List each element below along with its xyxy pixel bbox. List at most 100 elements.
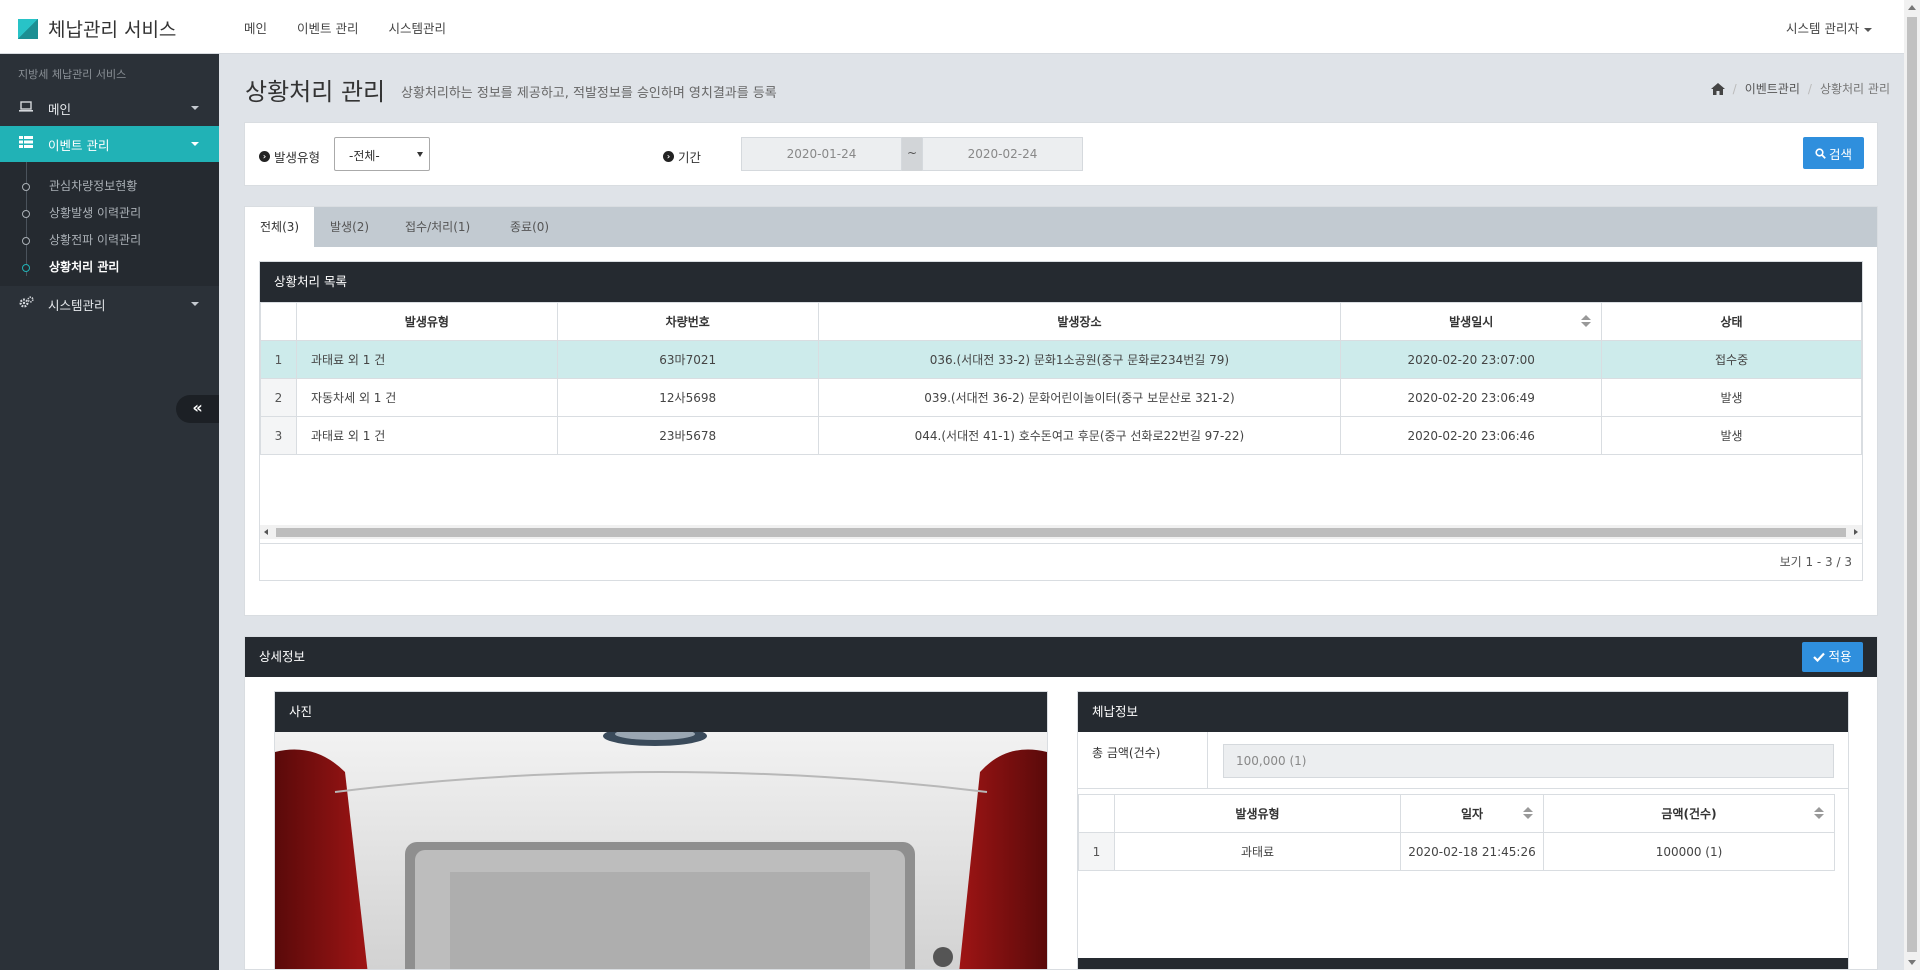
tab-all[interactable]: 전체(3) (245, 207, 315, 247)
tab-occurred[interactable]: 발생(2) (315, 207, 384, 247)
scroll-thumb[interactable] (276, 528, 1846, 537)
topnav-main[interactable]: 메인 (244, 18, 267, 37)
header-amount[interactable]: 금액(건수) (1543, 794, 1835, 833)
sort-icon[interactable] (1523, 807, 1533, 821)
table-header-row: 발생유형 차량번호 발생장소 발생일시 상태 (260, 302, 1862, 341)
user-menu[interactable]: 시스템 관리자 (1786, 18, 1872, 37)
page-scrollbar[interactable] (1904, 0, 1920, 970)
period-label: › 기간 (663, 147, 701, 166)
submenu-item[interactable]: 상황발생 이력관리 (0, 199, 219, 226)
sidebar-submenu: 관심차량정보현황 상황발생 이력관리 상황전파 이력관리 상황처리 관리 (0, 162, 219, 286)
topnav-event[interactable]: 이벤트 관리 (297, 18, 358, 37)
scroll-right-icon[interactable] (1854, 529, 1858, 535)
photo-box: 사진 (274, 691, 1048, 969)
tab-received[interactable]: 접수/처리(1) (390, 207, 485, 247)
submenu-item-current[interactable]: 상황처리 관리 (0, 253, 219, 280)
check-icon (1813, 652, 1826, 662)
cell-plate: 63마7021 (556, 340, 819, 379)
brand[interactable]: 체납관리 서비스 (18, 15, 176, 42)
table-row[interactable]: 3 과태료 외 1 건 23바5678 044.(서대전 41-1) 호수돈여고… (260, 416, 1862, 455)
date-to-input[interactable]: 2020-02-24 (922, 137, 1083, 171)
total-label: 총 금액(건수) (1078, 732, 1208, 788)
scroll-down-icon[interactable] (1908, 960, 1916, 965)
period-label-text: 기간 (678, 150, 702, 165)
caret-down-icon (191, 142, 199, 146)
situation-table: 발생유형 차량번호 발생장소 발생일시 상태 1 과태료 외 1 건 63마70… (260, 302, 1862, 455)
sidebar-item-label: 시스템관리 (48, 297, 106, 313)
horizontal-scrollbar[interactable] (260, 525, 1862, 539)
user-name: 시스템 관리자 (1786, 21, 1859, 36)
search-button[interactable]: 검색 (1803, 137, 1864, 169)
circle-icon (22, 264, 30, 272)
breadcrumb-item[interactable]: 이벤트관리 (1745, 80, 1800, 97)
arrears-header: 체납정보 (1078, 692, 1848, 732)
table-row[interactable]: 2 자동차세 외 1 건 12사5698 039.(서대전 36-2) 문화어린… (260, 378, 1862, 417)
header-rownum (1078, 794, 1115, 833)
cell-place: 036.(서대전 33-2) 문화1소공원(중구 문화로234번길 79) (817, 340, 1342, 379)
sidebar-item-label: 이벤트 관리 (48, 137, 110, 153)
circle-icon (22, 237, 30, 245)
date-range-separator: ~ (902, 137, 922, 171)
list-panel: 전체(3) 발생(2) 접수/처리(1) 종료(0) 상황처리 목록 발생유형 … (244, 206, 1878, 616)
table-row[interactable]: 1 과태료 외 1 건 63마7021 036.(서대전 33-2) 문화1소공… (260, 340, 1862, 379)
circle-icon (22, 183, 30, 191)
scroll-thumb[interactable] (1907, 17, 1917, 952)
main-content: 상황처리 관리 상황처리하는 정보를 제공하고, 적발정보를 승인하며 영치결과… (219, 54, 1904, 970)
sort-icon[interactable] (1581, 315, 1592, 329)
breadcrumb: / 이벤트관리 / 상황처리 관리 (1710, 80, 1890, 97)
type-select[interactable]: -전체- (334, 137, 430, 171)
header-time[interactable]: 발생일시 (1340, 302, 1603, 341)
table-row[interactable]: 1 과태료 2020-02-18 21:45:26 100000 (1) (1078, 832, 1835, 871)
grid-icon (18, 136, 34, 152)
header-date[interactable]: 일자 (1400, 794, 1544, 833)
caret-down-icon (191, 106, 199, 110)
scroll-left-icon[interactable] (264, 529, 268, 535)
submenu-item[interactable]: 상황전파 이력관리 (0, 226, 219, 253)
header-amount-label: 금액(건수) (1661, 807, 1717, 821)
detail-header: 상세정보 적용 (245, 637, 1877, 677)
detail-panel: 상세정보 적용 사진 체납정보 총 금액(건수) 100,000 (1) 발생유… (244, 636, 1878, 970)
cell-time: 2020-02-20 23:07:00 (1340, 340, 1603, 379)
apply-button[interactable]: 적용 (1802, 642, 1863, 672)
cell-time: 2020-02-20 23:06:46 (1340, 416, 1603, 455)
cell-type: 자동차세 외 1 건 (295, 378, 558, 417)
app-title: 체납관리 서비스 (48, 19, 177, 41)
dropdown-arrow-icon (417, 152, 423, 157)
tab-closed[interactable]: 종료(0) (495, 207, 564, 247)
search-form: › 발생유형 -전체- › 기간 2020-01-24 ~ 2020-02-24 검… (244, 122, 1878, 186)
caret-down-icon (1864, 27, 1872, 32)
header-rownum (260, 302, 297, 341)
sort-icon[interactable] (1814, 807, 1824, 821)
collapse-sidebar-button[interactable]: « (176, 395, 219, 423)
cell-status: 발생 (1601, 416, 1862, 455)
submenu-label: 상황전파 이력관리 (49, 233, 142, 247)
scroll-up-icon[interactable] (1908, 5, 1916, 10)
type-select-value: -전체- (349, 149, 380, 163)
grid-caption: 상황처리 목록 (260, 262, 1862, 302)
top-nav: 메인 이벤트 관리 시스템관리 (244, 18, 476, 37)
total-value-field: 100,000 (1) (1223, 744, 1834, 778)
sidebar-item-main[interactable]: 메인 (0, 90, 219, 126)
photo-header: 사진 (275, 692, 1047, 732)
table-header-row: 발생유형 일자 금액(건수) (1078, 794, 1835, 833)
row-number: 1 (1078, 832, 1115, 871)
apply-button-label: 적용 (1828, 649, 1852, 664)
header-plate[interactable]: 차량번호 (556, 302, 819, 341)
header-type[interactable]: 발생유형 (1114, 794, 1401, 833)
cell-amount: 100000 (1) (1543, 832, 1835, 871)
date-from-input[interactable]: 2020-01-24 (741, 137, 902, 171)
sidebar-item-event[interactable]: 이벤트 관리 (0, 126, 219, 162)
header-status[interactable]: 상태 (1601, 302, 1862, 341)
total-row: 총 금액(건수) 100,000 (1) (1078, 732, 1848, 789)
topnav-system[interactable]: 시스템관리 (389, 18, 447, 37)
chevron-right-circle-icon: › (663, 151, 674, 162)
sidebar-item-system[interactable]: 시스템관리 (0, 286, 219, 322)
header-type[interactable]: 발생유형 (295, 302, 558, 341)
submenu-item[interactable]: 관심차량정보현황 (0, 172, 219, 199)
home-icon[interactable] (1710, 82, 1725, 95)
arrears-box: 체납정보 총 금액(건수) 100,000 (1) 발생유형 일자 금액(건수) (1077, 691, 1849, 969)
header-place[interactable]: 발생장소 (817, 302, 1342, 341)
search-button-label: 검색 (1828, 146, 1852, 162)
submenu-label: 관심차량정보현황 (49, 179, 138, 193)
row-number: 3 (260, 416, 297, 455)
